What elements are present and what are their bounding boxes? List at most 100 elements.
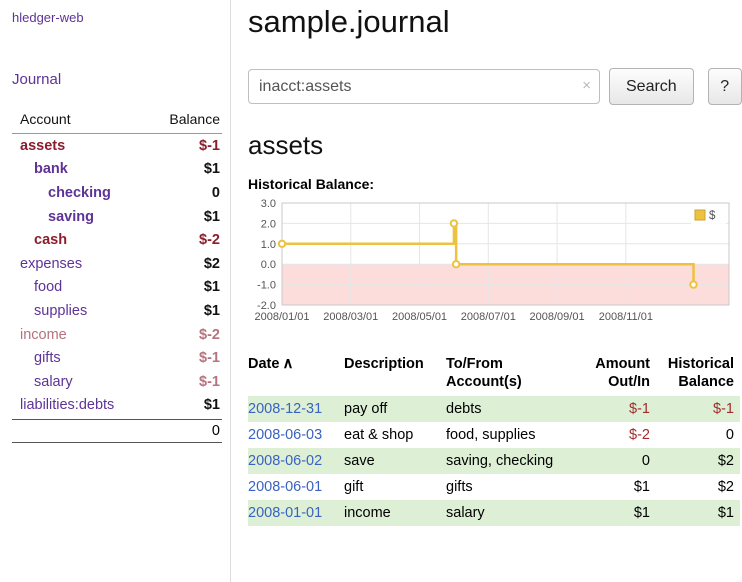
transaction-description: gift bbox=[344, 474, 446, 500]
column-header-date-label: Date bbox=[248, 356, 279, 372]
transaction-amount: $1 bbox=[586, 500, 656, 526]
transaction-date-link[interactable]: 2008-06-01 bbox=[248, 479, 322, 495]
transaction-date-link[interactable]: 2008-06-02 bbox=[248, 453, 322, 469]
account-balance-checking: 0 bbox=[212, 185, 222, 201]
transaction-balance: $2 bbox=[656, 474, 740, 500]
account-link-supplies[interactable]: supplies bbox=[34, 303, 204, 319]
register-row: 2008-12-31 pay off debts $-1 $-1 bbox=[248, 396, 740, 422]
search-button[interactable]: Search bbox=[609, 68, 694, 105]
transaction-amount: 0 bbox=[586, 448, 656, 474]
column-header-date[interactable]: Date∧ bbox=[248, 350, 344, 396]
account-link-saving[interactable]: saving bbox=[48, 209, 204, 225]
register-row: 2008-06-02 save saving, checking 0 $2 bbox=[248, 448, 740, 474]
transaction-balance: 0 bbox=[656, 422, 740, 448]
search-box: × bbox=[248, 69, 600, 104]
account-row-expenses: expenses $2 bbox=[12, 252, 222, 276]
svg-text:0.0: 0.0 bbox=[261, 259, 276, 271]
balance-chart: 3.02.01.00.0-1.0-2.02008/01/012008/03/01… bbox=[248, 197, 742, 336]
register-row: 2008-01-01 income salary $1 $1 bbox=[248, 500, 740, 526]
transaction-accounts: debts bbox=[446, 396, 586, 422]
account-link-food[interactable]: food bbox=[34, 279, 204, 295]
account-row-assets: assets $-1 bbox=[12, 134, 222, 158]
register-header: Date∧ Description To/From Account(s) Amo… bbox=[248, 350, 740, 396]
account-balance-expenses: $2 bbox=[204, 256, 222, 272]
transaction-date-link[interactable]: 2008-06-03 bbox=[248, 427, 322, 443]
accounts-total-value: 0 bbox=[212, 423, 220, 439]
sidebar-item-journal[interactable]: Journal bbox=[12, 71, 222, 88]
account-balance-supplies: $1 bbox=[204, 303, 222, 319]
account-link-cash[interactable]: cash bbox=[34, 232, 199, 248]
svg-text:2008/09/01: 2008/09/01 bbox=[530, 311, 585, 323]
balance-chart-svg: 3.02.01.00.0-1.0-2.02008/01/012008/03/01… bbox=[248, 197, 735, 331]
svg-text:2008/05/01: 2008/05/01 bbox=[392, 311, 447, 323]
account-row-gifts: gifts $-1 bbox=[12, 346, 222, 370]
register-row: 2008-06-01 gift gifts $1 $2 bbox=[248, 474, 740, 500]
account-balance-food: $1 bbox=[204, 279, 222, 295]
account-row-bank: bank $1 bbox=[12, 158, 222, 182]
transaction-description: pay off bbox=[344, 396, 446, 422]
transaction-amount: $-2 bbox=[586, 422, 656, 448]
transaction-accounts: saving, checking bbox=[446, 448, 586, 474]
accounts-table: Account Balance assets $-1 bank $1 check… bbox=[12, 108, 222, 443]
transaction-balance: $1 bbox=[656, 500, 740, 526]
transaction-balance: $2 bbox=[656, 448, 740, 474]
account-link-gifts[interactable]: gifts bbox=[34, 350, 199, 366]
help-button[interactable]: ? bbox=[708, 68, 742, 105]
search-input[interactable] bbox=[248, 69, 600, 104]
account-link-expenses[interactable]: expenses bbox=[20, 256, 204, 272]
accounts-total-row: 0 bbox=[12, 419, 222, 443]
transaction-amount: $-1 bbox=[586, 396, 656, 422]
account-row-liabilities-debts: liabilities:debts $1 bbox=[12, 394, 222, 418]
svg-text:2008/11/01: 2008/11/01 bbox=[599, 311, 653, 323]
transaction-amount: $1 bbox=[586, 474, 656, 500]
accounts-header-balance: Balance bbox=[169, 111, 220, 127]
account-row-income: income $-2 bbox=[12, 323, 222, 347]
transaction-date-link[interactable]: 2008-12-31 bbox=[248, 401, 322, 417]
register-row: 2008-06-03 eat & shop food, supplies $-2… bbox=[248, 422, 740, 448]
account-row-saving: saving $1 bbox=[12, 205, 222, 229]
chart-title: Historical Balance: bbox=[248, 176, 742, 192]
account-balance-income: $-2 bbox=[199, 327, 222, 343]
account-link-salary[interactable]: salary bbox=[34, 374, 199, 390]
register-table: Date∧ Description To/From Account(s) Amo… bbox=[248, 350, 740, 526]
svg-text:2008/07/01: 2008/07/01 bbox=[461, 311, 516, 323]
account-link-assets[interactable]: assets bbox=[20, 138, 199, 154]
app-window: hledger-web Journal Account Balance asse… bbox=[0, 0, 742, 582]
transaction-balance: $-1 bbox=[656, 396, 740, 422]
account-balance-assets: $-1 bbox=[199, 138, 222, 154]
transaction-accounts: food, supplies bbox=[446, 422, 586, 448]
column-header-accounts: To/From Account(s) bbox=[446, 350, 586, 396]
account-row-salary: salary $-1 bbox=[12, 370, 222, 394]
svg-text:$: $ bbox=[709, 210, 716, 222]
account-balance-bank: $1 bbox=[204, 161, 222, 177]
account-link-liabilities-debts[interactable]: liabilities:debts bbox=[20, 397, 204, 413]
page-title: sample.journal bbox=[248, 4, 742, 40]
account-link-income[interactable]: income bbox=[20, 327, 199, 343]
svg-text:3.0: 3.0 bbox=[261, 198, 276, 210]
transaction-description: income bbox=[344, 500, 446, 526]
account-heading: assets bbox=[248, 130, 742, 161]
svg-text:2008/01/01: 2008/01/01 bbox=[254, 311, 309, 323]
account-row-checking: checking 0 bbox=[12, 181, 222, 205]
svg-text:1.0: 1.0 bbox=[261, 239, 276, 251]
account-link-checking[interactable]: checking bbox=[48, 185, 212, 201]
account-row-food: food $1 bbox=[12, 276, 222, 300]
account-balance-saving: $1 bbox=[204, 209, 222, 225]
account-balance-liabilities-debts: $1 bbox=[204, 397, 222, 413]
column-header-amount: Amount Out/In bbox=[586, 350, 656, 396]
svg-text:2008/03/01: 2008/03/01 bbox=[323, 311, 378, 323]
clear-search-icon[interactable]: × bbox=[582, 77, 591, 94]
account-link-bank[interactable]: bank bbox=[34, 161, 204, 177]
column-header-balance: Historical Balance bbox=[656, 350, 740, 396]
transaction-date-link[interactable]: 2008-01-01 bbox=[248, 505, 322, 521]
account-row-cash: cash $-2 bbox=[12, 228, 222, 252]
svg-text:2.0: 2.0 bbox=[261, 218, 276, 230]
accounts-table-header: Account Balance bbox=[12, 108, 222, 134]
account-balance-gifts: $-1 bbox=[199, 350, 222, 366]
sort-ascending-icon: ∧ bbox=[282, 355, 293, 372]
transaction-accounts: salary bbox=[446, 500, 586, 526]
app-title-link[interactable]: hledger-web bbox=[12, 10, 222, 25]
accounts-header-account: Account bbox=[20, 111, 71, 127]
account-balance-salary: $-1 bbox=[199, 374, 222, 390]
account-row-supplies: supplies $1 bbox=[12, 299, 222, 323]
